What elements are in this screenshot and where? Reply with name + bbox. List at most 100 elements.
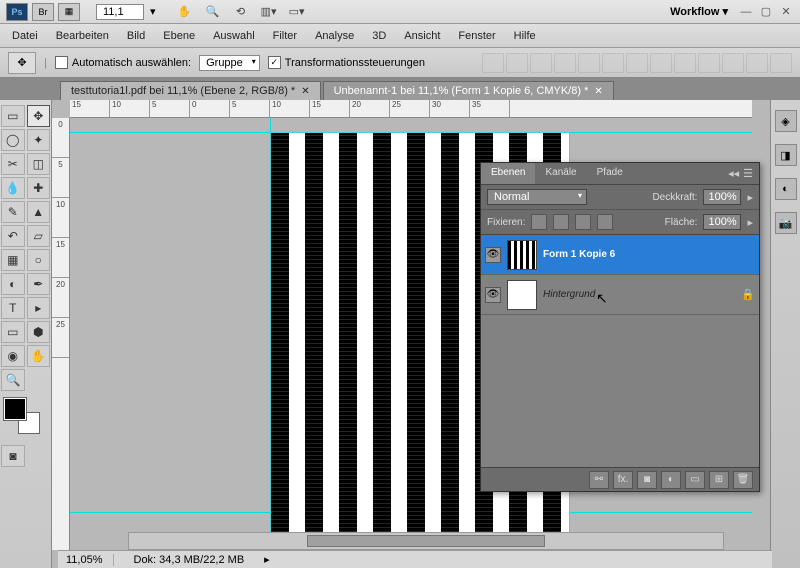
menu-fenster[interactable]: Fenster — [458, 30, 495, 42]
lock-position-icon[interactable] — [575, 214, 591, 230]
menu-ansicht[interactable]: Ansicht — [404, 30, 440, 42]
status-menu-icon[interactable]: ▸ — [264, 553, 270, 566]
layer-row[interactable]: 👁 Form 1 Kopie 6 — [481, 235, 759, 275]
shape-tool[interactable]: ▭ — [1, 321, 25, 343]
camera-dock-icon[interactable]: 📷 — [775, 212, 797, 234]
layer-name[interactable]: Hintergrund — [543, 289, 595, 300]
screen-mode-icon[interactable]: ▭▾ — [288, 3, 306, 21]
move-tool[interactable]: ✥ — [27, 105, 51, 127]
gradient-tool[interactable]: ▦ — [1, 249, 25, 271]
status-doc-size[interactable]: Dok: 34,3 MB/22,2 MB — [134, 554, 245, 566]
menu-analyse[interactable]: Analyse — [315, 30, 354, 42]
channels-tab[interactable]: Kanäle — [535, 163, 586, 184]
layers-panel[interactable]: Ebenen Kanäle Pfade ◂◂☰ Normal Deckkraft… — [480, 162, 760, 492]
tab-close-icon[interactable]: ✕ — [594, 86, 602, 97]
link-layers-icon[interactable]: ⚯ — [589, 471, 609, 489]
current-tool-icon[interactable]: ✥ — [8, 52, 36, 74]
type-tool[interactable]: T — [1, 297, 25, 319]
arrange-icon[interactable]: ▥▾ — [260, 3, 278, 21]
styles-dock-icon[interactable]: ◐ — [775, 178, 797, 200]
adjustments-dock-icon[interactable]: ◨ — [775, 144, 797, 166]
pen-tool[interactable]: ✒ — [27, 273, 51, 295]
blend-mode-dropdown[interactable]: Normal — [487, 189, 587, 205]
layer-group-icon[interactable]: ▭ — [685, 471, 705, 489]
menu-hilfe[interactable]: Hilfe — [514, 30, 536, 42]
horizontal-scrollbar[interactable] — [128, 532, 724, 550]
doc-tab-2[interactable]: Unbenannt-1 bei 11,1% (Form 1 Kopie 6, C… — [323, 81, 614, 100]
layer-thumbnail[interactable] — [507, 280, 537, 310]
healing-tool[interactable]: ✚ — [27, 177, 51, 199]
eraser-tool[interactable]: ▱ — [27, 225, 51, 247]
doc-tab-1[interactable]: testtutoria1l.pdf bei 11,1% (Ebene 2, RG… — [60, 81, 321, 100]
transform-controls-checkbox[interactable]: ✓ Transformationssteuerungen — [268, 56, 425, 69]
slice-tool[interactable]: ◫ — [27, 153, 51, 175]
auto-select-checkbox[interactable]: Automatisch auswählen: — [55, 56, 191, 69]
hand-icon[interactable]: ✋ — [176, 3, 194, 21]
layers-dock-icon[interactable]: ◈ — [775, 110, 797, 132]
layer-name[interactable]: Form 1 Kopie 6 — [543, 249, 615, 260]
crop-tool[interactable]: ✂ — [1, 153, 25, 175]
minibridge-icon[interactable]: ▦ — [58, 3, 80, 21]
fill-slider-icon[interactable]: ▸ — [747, 216, 753, 229]
foreground-color-swatch[interactable] — [4, 398, 26, 420]
bridge-icon[interactable]: Br — [32, 3, 54, 21]
lasso-tool[interactable]: ◯ — [1, 129, 25, 151]
layer-row[interactable]: 👁 Hintergrund 🔒 — [481, 275, 759, 315]
maximize-button[interactable]: ▢ — [758, 5, 774, 19]
paths-tab[interactable]: Pfade — [587, 163, 633, 184]
rotate-view-icon[interactable]: ⟲ — [232, 3, 250, 21]
menu-bearbeiten[interactable]: Bearbeiten — [56, 30, 109, 42]
layer-effects-icon[interactable]: fx. — [613, 471, 633, 489]
status-zoom[interactable]: 11,05% — [66, 554, 114, 566]
layer-mask-icon[interactable]: ◙ — [637, 471, 657, 489]
opacity-slider-icon[interactable]: ▸ — [747, 191, 753, 204]
workspace-switcher[interactable]: Workflow ▾ — [670, 5, 728, 18]
panel-menu-icon[interactable]: ☰ — [743, 167, 753, 180]
delete-layer-icon[interactable]: 🗑 — [733, 471, 753, 489]
scrollbar-thumb[interactable] — [307, 535, 545, 547]
zoom-input[interactable]: 11,1 — [96, 4, 144, 20]
zoom-dropdown-icon[interactable]: ▾ — [150, 5, 156, 18]
path-select-tool[interactable]: ▸ — [27, 297, 51, 319]
lock-all-icon[interactable] — [597, 214, 613, 230]
tab-close-icon[interactable]: ✕ — [301, 86, 309, 97]
fill-input[interactable]: 100% — [703, 214, 741, 230]
menu-3d[interactable]: 3D — [372, 30, 386, 42]
opacity-input[interactable]: 100% — [703, 189, 741, 205]
layer-thumbnail[interactable] — [507, 240, 537, 270]
zoom-tool-icon[interactable]: 🔍 — [204, 3, 222, 21]
auto-select-dropdown[interactable]: Gruppe — [199, 55, 260, 71]
brush-tool[interactable]: ✎ — [1, 201, 25, 223]
right-dock: ◈ ◨ ◐ 📷 — [770, 100, 800, 568]
lock-image-icon[interactable] — [553, 214, 569, 230]
color-swatches[interactable] — [4, 398, 44, 438]
quick-mask-tool[interactable]: ◙ — [1, 445, 25, 467]
photoshop-icon[interactable]: Ps — [6, 3, 28, 21]
layers-tab[interactable]: Ebenen — [481, 163, 535, 184]
wand-tool[interactable]: ✦ — [27, 129, 51, 151]
hand-tool[interactable]: ✋ — [27, 345, 51, 367]
visibility-toggle-icon[interactable]: 👁 — [485, 247, 501, 263]
adjustment-layer-icon[interactable]: ◐ — [661, 471, 681, 489]
marquee-tool[interactable]: ▭ — [1, 105, 25, 127]
zoom-tool[interactable]: 🔍 — [1, 369, 25, 391]
panel-collapse-icon[interactable]: ◂◂ — [728, 167, 739, 180]
menu-auswahl[interactable]: Auswahl — [213, 30, 255, 42]
menu-datei[interactable]: Datei — [12, 30, 38, 42]
menu-filter[interactable]: Filter — [273, 30, 297, 42]
stamp-tool[interactable]: ▲ — [27, 201, 51, 223]
new-layer-icon[interactable]: ⊞ — [709, 471, 729, 489]
align-vcenter-icon — [506, 53, 528, 73]
visibility-toggle-icon[interactable]: 👁 — [485, 287, 501, 303]
3d-camera-tool[interactable]: ◉ — [1, 345, 25, 367]
menu-ebene[interactable]: Ebene — [163, 30, 195, 42]
lock-transparency-icon[interactable] — [531, 214, 547, 230]
history-brush-tool[interactable]: ↶ — [1, 225, 25, 247]
close-button[interactable]: ✕ — [778, 5, 794, 19]
dodge-tool[interactable]: ◐ — [1, 273, 25, 295]
blur-tool[interactable]: ○ — [27, 249, 51, 271]
minimize-button[interactable]: — — [738, 5, 754, 19]
menu-bild[interactable]: Bild — [127, 30, 145, 42]
3d-tool[interactable]: ⬢ — [27, 321, 51, 343]
eyedropper-tool[interactable]: 💧 — [1, 177, 25, 199]
